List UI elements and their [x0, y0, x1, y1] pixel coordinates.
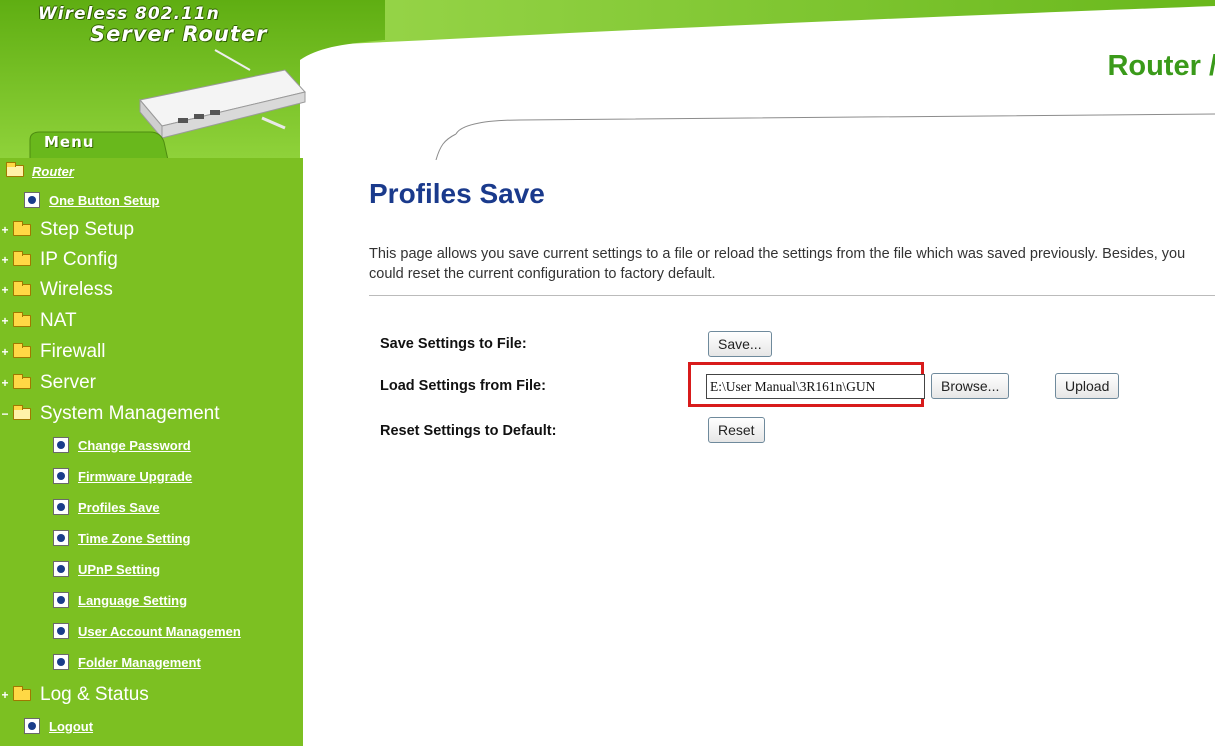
folder-icon [13, 686, 31, 701]
page-title: Profiles Save [369, 178, 545, 209]
sidebar-item-time-zone-setting[interactable]: Time Zone Setting [53, 523, 190, 553]
page-icon [53, 592, 69, 608]
folder-icon [13, 312, 31, 327]
save-button[interactable]: Save... [708, 331, 772, 357]
page-icon [53, 654, 69, 670]
folder-icon [13, 374, 31, 389]
sidebar-item-label: System Management [40, 403, 220, 424]
sidebar-item-nat[interactable]: + NAT [0, 306, 77, 336]
sidebar-item-label[interactable]: Logout [49, 719, 93, 734]
browse-button[interactable]: Browse... [931, 373, 1010, 399]
folder-icon [13, 343, 31, 358]
folder-icon [13, 221, 31, 236]
sidebar-item-label: IP Config [40, 249, 118, 270]
load-settings-label: Load Settings from File: [380, 378, 546, 394]
reset-settings-label: Reset Settings to Default: [380, 423, 557, 439]
sidebar-item-logout[interactable]: Logout [24, 711, 93, 741]
expand-icon[interactable]: + [0, 345, 10, 359]
page-icon [53, 561, 69, 577]
brand-logo-text: Wireless 802.11n Server Router [38, 4, 268, 46]
sidebar-item-label[interactable]: One Button Setup [49, 193, 160, 208]
sidebar-item-label[interactable]: Folder Management [78, 655, 201, 670]
page-icon [53, 623, 69, 639]
sidebar-item-label[interactable]: UPnP Setting [78, 562, 160, 577]
reset-button[interactable]: Reset [708, 417, 765, 443]
brand-line-1: Wireless 802.11n [38, 4, 220, 24]
expand-icon[interactable]: + [0, 688, 10, 702]
sidebar-item-label[interactable]: Language Setting [78, 593, 187, 608]
page-icon [53, 499, 69, 515]
sidebar-item-language-setting[interactable]: Language Setting [53, 585, 187, 615]
sidebar-item-system-management[interactable]: − System Management [0, 399, 220, 429]
file-path-input[interactable] [706, 374, 925, 399]
page-icon [24, 192, 40, 208]
sidebar-item-user-account-management[interactable]: User Account Managemen [53, 616, 241, 646]
folder-icon [13, 251, 31, 266]
sidebar-item-label[interactable]: Profiles Save [78, 500, 160, 515]
sidebar-item-label: Wireless [40, 279, 113, 300]
sidebar-item-ip-config[interactable]: + IP Config [0, 245, 118, 275]
expand-icon[interactable]: + [0, 314, 10, 328]
sidebar-item-label: Server [40, 372, 96, 393]
sidebar: Router One Button Setup + Step Setup + I… [0, 158, 303, 746]
page-icon [53, 437, 69, 453]
page-icon [24, 718, 40, 734]
expand-icon[interactable]: + [0, 253, 10, 267]
save-settings-label: Save Settings to File: [380, 336, 527, 352]
sidebar-item-firmware-upgrade[interactable]: Firmware Upgrade [53, 461, 192, 491]
menu-tab: Menu [44, 133, 95, 151]
folder-open-icon [13, 405, 31, 420]
main-content: Profiles Save This page allows you save … [303, 158, 1215, 746]
sidebar-item-label[interactable]: Firmware Upgrade [78, 469, 192, 484]
expand-icon[interactable]: + [0, 376, 10, 390]
page-icon [53, 468, 69, 484]
divider [369, 295, 1215, 296]
page-icon [53, 530, 69, 546]
sidebar-item-label[interactable]: Time Zone Setting [78, 531, 190, 546]
upload-button[interactable]: Upload [1055, 373, 1120, 399]
folder-open-icon [6, 162, 24, 177]
sidebar-root-link[interactable]: Router [32, 164, 74, 179]
sidebar-root[interactable]: Router [0, 160, 74, 182]
header-title: Router / [1107, 50, 1215, 82]
sidebar-item-label: Step Setup [40, 219, 135, 240]
expand-icon[interactable]: + [0, 283, 10, 297]
sidebar-item-label: NAT [40, 310, 77, 331]
brand-line-2: Server Router [90, 22, 268, 46]
page-description: This page allows you save current settin… [369, 246, 1186, 282]
sidebar-item-label[interactable]: User Account Managemen [78, 624, 241, 639]
sidebar-item-upnp-setting[interactable]: UPnP Setting [53, 554, 160, 584]
collapse-icon[interactable]: − [0, 407, 10, 421]
sidebar-item-label: Firewall [40, 341, 106, 362]
sidebar-item-profiles-save[interactable]: Profiles Save [53, 492, 160, 522]
sidebar-item-label: Log & Status [40, 684, 149, 705]
sidebar-item-server[interactable]: + Server [0, 368, 96, 398]
header: Wireless 802.11n Server Router Router / … [0, 0, 1215, 160]
sidebar-item-change-password[interactable]: Change Password [53, 430, 191, 460]
sidebar-item-one-button-setup[interactable]: One Button Setup [24, 185, 160, 215]
sidebar-item-step-setup[interactable]: + Step Setup [0, 215, 134, 245]
expand-icon[interactable]: + [0, 223, 10, 237]
sidebar-item-firewall[interactable]: + Firewall [0, 337, 105, 367]
sidebar-item-log-status[interactable]: + Log & Status [0, 680, 149, 710]
sidebar-item-folder-management[interactable]: Folder Management [53, 647, 201, 677]
folder-icon [13, 281, 31, 296]
sidebar-item-wireless[interactable]: + Wireless [0, 275, 113, 305]
sidebar-item-label[interactable]: Change Password [78, 438, 191, 453]
